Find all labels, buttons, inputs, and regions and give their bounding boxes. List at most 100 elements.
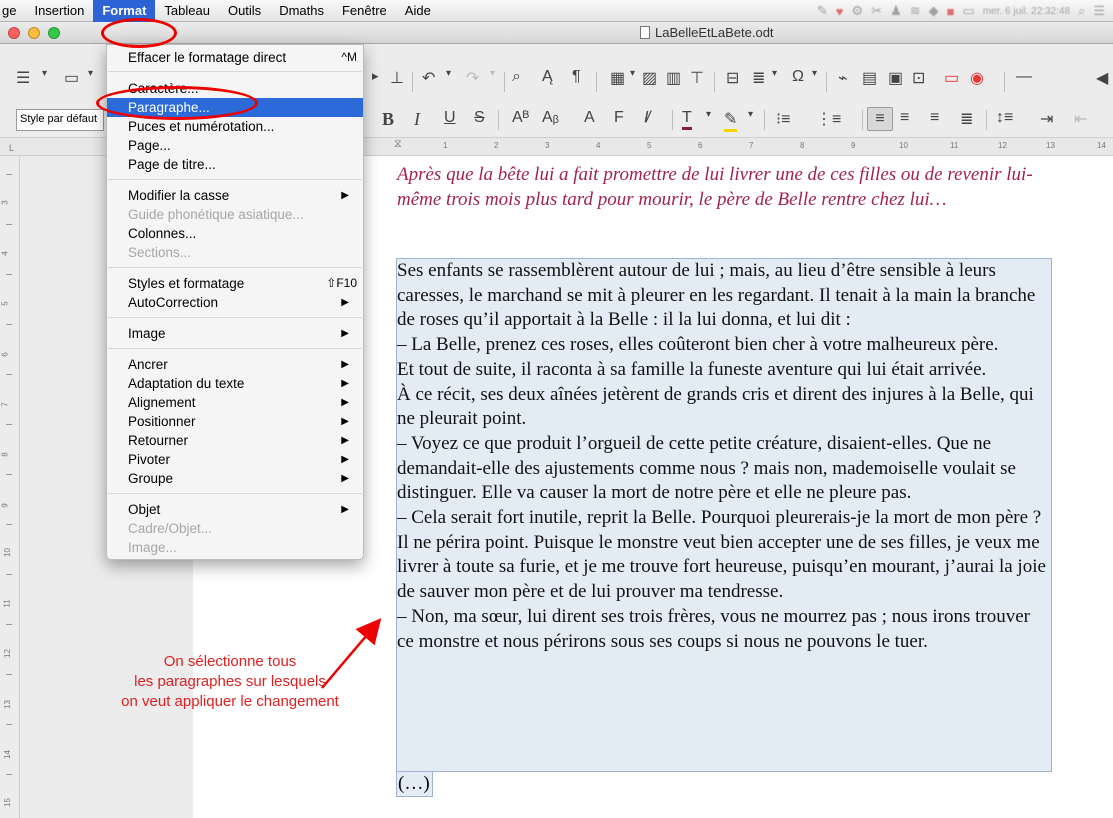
menu-item-styles-formatage[interactable]: Styles et formatage ⇧F10 (107, 274, 363, 293)
find-icon[interactable]: ⌕ (512, 68, 521, 86)
paragraph[interactable]: Et tout de suite, il raconta à sa famill… (397, 358, 1051, 383)
list-icon[interactable]: ☰ (1093, 3, 1105, 19)
dropdown-arrow-icon[interactable]: ▾ (812, 68, 817, 79)
menu-aide[interactable]: Aide (396, 0, 440, 22)
menu-item-page[interactable]: Page... (107, 136, 363, 155)
font-color-icon[interactable]: T (682, 109, 692, 130)
heart-icon[interactable]: ♥ (836, 4, 844, 19)
person-icon[interactable]: ♟ (890, 3, 902, 19)
bold-icon[interactable]: B (382, 109, 394, 130)
selected-paragraphs[interactable]: Ses enfants se rassemblèrent autour de l… (397, 259, 1051, 654)
dropdown-arrow-icon[interactable]: ▾ (42, 68, 47, 79)
menu-item-colonnes[interactable]: Colonnes... (107, 224, 363, 243)
minimize-window-button[interactable] (28, 27, 40, 39)
numbered-list-icon[interactable]: ⋮≡ (816, 109, 841, 129)
indent-decrease-icon[interactable]: ⇤ (1074, 109, 1087, 129)
clock[interactable]: mer. 6 juil. 22:32:48 (983, 6, 1070, 17)
spellcheck-icon[interactable]: Ą (542, 68, 553, 86)
menu-item-positionner[interactable]: Positionner ▶ (107, 412, 363, 431)
image-icon[interactable]: ▨ (642, 68, 657, 88)
footnote-icon[interactable]: ▤ (862, 68, 877, 88)
track-changes-icon[interactable]: ◉ (970, 68, 984, 88)
sidebar-toggle-icon[interactable]: ☰ (16, 68, 30, 88)
redo-icon[interactable]: ↷ (466, 68, 479, 88)
dropdown-arrow-icon[interactable]: ▾ (748, 109, 753, 120)
special-char-icon[interactable]: Ω (792, 68, 804, 86)
tool-icon[interactable]: ✂ (871, 3, 882, 19)
menu-item-alignement[interactable]: Alignement ▶ (107, 393, 363, 412)
paragraph-style-select[interactable]: Style par défaut (16, 109, 104, 131)
zoom-window-button[interactable] (48, 27, 60, 39)
paragraph[interactable]: Ses enfants se rassemblèrent autour de l… (397, 259, 1051, 333)
menu-dmaths[interactable]: Dmaths (270, 0, 333, 22)
indent-increase-icon[interactable]: ⇥ (1040, 109, 1053, 129)
dropdown-arrow-icon[interactable]: ▾ (630, 68, 635, 79)
battery-icon[interactable]: ▭ (962, 3, 974, 19)
paragraph[interactable]: – Non, ma sœur, lui dirent ses trois frè… (397, 605, 1051, 654)
dropdown-arrow-icon[interactable]: ▾ (490, 68, 495, 79)
flag-icon[interactable]: ■ (947, 4, 955, 19)
clone-format-icon[interactable]: ⊥ (390, 68, 404, 88)
align-left-icon[interactable]: ≡ (867, 107, 893, 131)
menu-insertion[interactable]: Insertion (25, 0, 93, 22)
undo-icon[interactable]: ↶ (422, 68, 435, 88)
superscript-icon[interactable]: Aᴮ (512, 109, 529, 127)
menu-item-autocorrection[interactable]: AutoCorrection ▶ (107, 293, 363, 312)
pilcrow-icon[interactable]: ¶ (572, 68, 581, 86)
dropdown-arrow-icon[interactable]: ▾ (706, 109, 711, 120)
comment-icon[interactable]: ▭ (944, 68, 959, 88)
ellipsis-paragraph[interactable]: (…) (396, 772, 433, 797)
menu-item-adaptation-texte[interactable]: Adaptation du texte ▶ (107, 374, 363, 393)
indent-marker[interactable]: ⧖ (394, 138, 402, 151)
script-icon[interactable]: ✎ (817, 3, 828, 19)
highlight-icon[interactable]: ✎ (724, 109, 738, 132)
paragraph[interactable]: À ce récit, ses deux aînées jetèrent de … (397, 383, 1051, 432)
search-icon[interactable]: ⌕ (1078, 3, 1085, 19)
menu-item-ancrer[interactable]: Ancrer ▶ (107, 355, 363, 374)
clear-format-icon[interactable]: I̸ (644, 109, 648, 127)
bullet-list-icon[interactable]: ⁝≡ (776, 109, 790, 129)
italic-icon[interactable]: I (414, 109, 420, 130)
paragraph[interactable]: – Cela serait fort inutile, reprit la Be… (397, 506, 1051, 605)
menu-item-objet[interactable]: Objet ▶ (107, 500, 363, 519)
menu-page[interactable]: ge (0, 0, 25, 22)
line-spacing-icon[interactable]: ↕≡ (996, 109, 1013, 127)
volume-icon[interactable]: ◆ (929, 3, 939, 19)
page-break-icon[interactable]: ⊟ (726, 68, 739, 88)
strikethrough-icon[interactable]: S (474, 109, 485, 127)
intro-heading[interactable]: Après que la bête lui a fait promettre d… (397, 162, 1037, 212)
arrow-icon[interactable]: ▸ (372, 68, 379, 84)
align-center-icon[interactable]: ≡ (900, 109, 909, 127)
menu-outils[interactable]: Outils (219, 0, 270, 22)
open-folder-icon[interactable]: ▭ (64, 68, 79, 88)
justify-icon[interactable]: ≣ (960, 109, 973, 129)
menu-item-modifier-casse[interactable]: Modifier la casse ▶ (107, 186, 363, 205)
paragraph[interactable]: – Voyez ce que produit l’orgueil de cett… (397, 432, 1051, 506)
menu-item-page-de-titre[interactable]: Page de titre... (107, 155, 363, 174)
line-icon[interactable]: — (1016, 68, 1032, 86)
menu-item-puces-numerotation[interactable]: Puces et numérotation... (107, 117, 363, 136)
shadow-icon[interactable]: A (584, 109, 595, 127)
align-right-icon[interactable]: ≡ (930, 109, 939, 127)
menu-item-groupe[interactable]: Groupe ▶ (107, 469, 363, 488)
menu-fenetre[interactable]: Fenêtre (333, 0, 396, 22)
textbox-icon[interactable]: ⊤ (690, 68, 704, 88)
menu-item-effacer-formatage[interactable]: Effacer le formatage direct ^M (107, 48, 363, 67)
outline-icon[interactable]: F (614, 109, 624, 127)
dropdown-arrow-icon[interactable]: ▾ (772, 68, 777, 79)
hyperlink-icon[interactable]: ⌁ (838, 68, 848, 88)
menu-item-retourner[interactable]: Retourner ▶ (107, 431, 363, 450)
paragraph[interactable]: – La Belle, prenez ces roses, elles coût… (397, 333, 1051, 358)
arrow-left-icon[interactable]: ◀ (1096, 68, 1108, 88)
menu-tableau[interactable]: Tableau (155, 0, 219, 22)
dropdown-arrow-icon[interactable]: ▾ (446, 68, 451, 79)
menu-item-image[interactable]: Image ▶ (107, 324, 363, 343)
endnote-icon[interactable]: ▣ (888, 68, 903, 88)
menu-item-pivoter[interactable]: Pivoter ▶ (107, 450, 363, 469)
underline-icon[interactable]: U (444, 109, 456, 127)
wifi-icon[interactable]: ≋ (910, 3, 921, 19)
tab-type-selector[interactable]: L (9, 143, 14, 153)
ruler-scale[interactable]: ⧖ 1 2 3 4 5 6 7 8 9 10 11 12 13 14 (370, 138, 1113, 153)
table-icon[interactable]: ▦ (610, 68, 625, 88)
puzzle-icon[interactable]: ⚙ (852, 3, 864, 19)
